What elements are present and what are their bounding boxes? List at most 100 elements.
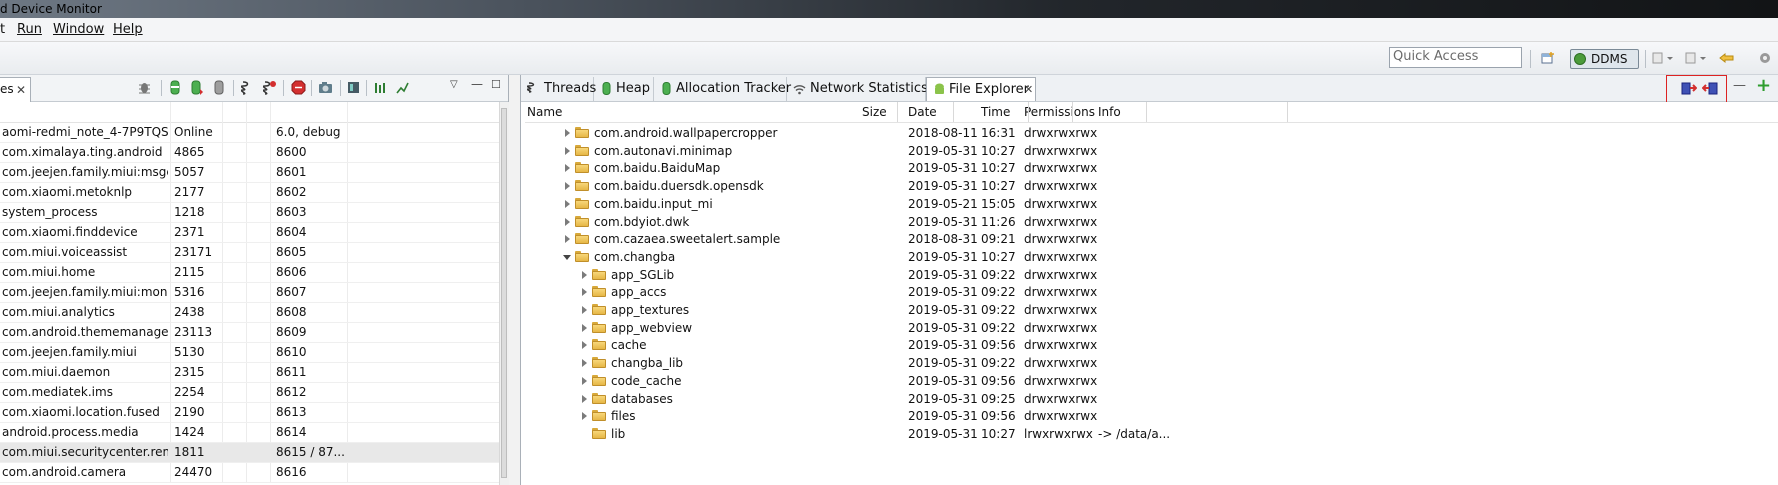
process-port: 8607 xyxy=(276,285,307,299)
previous-edit-icon[interactable] xyxy=(1652,51,1674,65)
open-perspective-icon[interactable] xyxy=(1541,51,1555,65)
process-row[interactable]: com.miui.daemon 2315 8611 xyxy=(0,363,500,383)
expand-chevron-right-icon[interactable] xyxy=(582,306,587,314)
process-row[interactable]: com.ximalaya.ting.android 4865 8600 xyxy=(0,143,500,163)
process-row[interactable]: com.xiaomi.metoknlp 2177 8602 xyxy=(0,183,500,203)
maximize-icon[interactable]: ☐ xyxy=(491,78,501,91)
view-menu-chevron-down-icon[interactable]: ▽ xyxy=(450,79,458,90)
start-method-profiling-icon[interactable] xyxy=(263,80,276,95)
process-row[interactable]: com.jeejen.family.miui:msgce 5057 8601 xyxy=(0,163,500,183)
column-header-date[interactable]: Date xyxy=(908,105,937,119)
collapse-chevron-down-icon[interactable] xyxy=(563,254,571,260)
tab-file-explorer[interactable]: File Explorer ✕ xyxy=(926,77,1036,101)
process-row[interactable]: system_process 1218 8603 xyxy=(0,203,500,223)
expand-chevron-right-icon[interactable] xyxy=(582,359,587,368)
push-file-icon[interactable] xyxy=(1702,80,1718,96)
process-row[interactable]: com.jeejen.family.miui:monit 5316 8607 xyxy=(0,283,500,303)
close-icon[interactable]: ✕ xyxy=(1024,83,1033,96)
tab-allocation-tracker[interactable]: Allocation Tracker xyxy=(654,77,791,101)
process-pid: 2190 xyxy=(174,405,205,419)
close-icon[interactable]: ✕ xyxy=(16,83,26,97)
column-header-name[interactable]: Name xyxy=(527,105,562,119)
menu-partial[interactable]: t xyxy=(0,22,5,37)
next-edit-icon[interactable] xyxy=(1685,51,1707,65)
expand-chevron-right-icon[interactable] xyxy=(582,323,587,332)
expand-chevron-right-icon[interactable] xyxy=(565,235,570,244)
expand-chevron-right-icon[interactable] xyxy=(565,146,570,155)
column-header-time[interactable]: Time xyxy=(981,105,1010,119)
process-row[interactable]: com.miui.securitycenter.remc 1811 8615 / 8… xyxy=(0,443,500,463)
expand-chevron-right-icon[interactable] xyxy=(582,376,587,385)
process-row[interactable]: com.mediatek.ims 2254 8612 xyxy=(0,383,500,403)
update-heap-icon[interactable] xyxy=(169,80,182,95)
file-time: 15:05 xyxy=(981,196,1016,211)
tab-network-statistics[interactable]: Network Statistics xyxy=(787,77,928,101)
scrollbar-thumb[interactable] xyxy=(501,108,507,478)
expand-chevron-right-icon[interactable] xyxy=(565,129,570,137)
quick-access-input[interactable]: Quick Access xyxy=(1389,47,1522,68)
file-date: 2019-05-31 xyxy=(908,249,978,264)
expand-chevron-right-icon[interactable] xyxy=(582,270,587,279)
dump-hprof-icon[interactable] xyxy=(191,80,204,95)
process-row[interactable]: com.miui.analytics 2438 8608 xyxy=(0,303,500,323)
process-port: 8612 xyxy=(276,385,307,399)
file-explorer-pane: Threads Heap Allocation Tracker Network … xyxy=(520,75,1778,485)
file-date: 2019-05-31 xyxy=(908,214,978,229)
ddms-perspective-button[interactable]: DDMS xyxy=(1570,49,1639,69)
file-time: 09:22 xyxy=(981,320,1016,335)
opengl-trace-icon[interactable] xyxy=(396,80,409,95)
tab-devices[interactable]: es ✕ xyxy=(0,77,31,102)
expand-chevron-right-icon[interactable] xyxy=(565,164,570,173)
expand-chevron-right-icon[interactable] xyxy=(565,182,570,191)
process-row[interactable]: android.process.media 1424 8614 xyxy=(0,423,500,443)
menu-window[interactable]: Window xyxy=(53,22,104,37)
stop-process-icon[interactable] xyxy=(291,80,306,95)
pull-file-icon[interactable] xyxy=(1681,80,1697,96)
file-date: 2019-05-31 xyxy=(908,373,978,388)
settings-icon[interactable] xyxy=(1758,51,1772,65)
process-row[interactable]: com.xiaomi.location.fused 2190 8613 xyxy=(0,403,500,423)
menu-run[interactable]: Run xyxy=(17,22,42,37)
expand-chevron-right-icon[interactable] xyxy=(582,288,587,297)
process-row[interactable]: com.miui.voiceassist 23171 8605 xyxy=(0,243,500,263)
devices-scrollbar[interactable] xyxy=(499,102,509,485)
expand-chevron-right-icon[interactable] xyxy=(582,394,587,403)
process-row[interactable]: com.jeejen.family.miui 5130 8610 xyxy=(0,343,500,363)
column-header-info[interactable]: Info xyxy=(1098,105,1121,119)
cause-gc-icon[interactable] xyxy=(213,80,226,95)
expand-chevron-right-icon[interactable] xyxy=(582,341,587,350)
file-row[interactable]: lib 2019-05-31 10:27 lrwxrwxrwx -> /data/a..… xyxy=(525,424,1778,444)
column-divider xyxy=(953,102,954,122)
expand-chevron-right-icon[interactable] xyxy=(582,412,587,421)
android-icon xyxy=(935,83,944,94)
minimize-icon[interactable]: — xyxy=(471,77,483,91)
process-row[interactable]: com.miui.home 2115 8606 xyxy=(0,263,500,283)
process-port: 8605 xyxy=(276,245,307,259)
column-header-size[interactable]: Size xyxy=(862,105,887,119)
folder-icon xyxy=(592,374,606,386)
column-header-permissions[interactable]: Permissions xyxy=(1024,105,1095,119)
expand-chevron-right-icon[interactable] xyxy=(565,199,570,208)
file-name: app_textures xyxy=(611,303,690,317)
heap-icon xyxy=(602,82,611,95)
process-pid: 1218 xyxy=(174,205,205,219)
dump-view-hierarchy-icon[interactable] xyxy=(347,80,360,95)
new-folder-icon[interactable]: + xyxy=(1756,75,1771,96)
debug-icon[interactable] xyxy=(138,80,151,95)
screen-capture-icon[interactable] xyxy=(318,80,333,95)
process-row[interactable]: com.xiaomi.finddevice 2371 8604 xyxy=(0,223,500,243)
folder-icon xyxy=(592,268,606,280)
device-row[interactable]: aomi-redmi_note_4-7P9TQS79 Online 6.0, deb… xyxy=(0,123,500,143)
menu-help[interactable]: Help xyxy=(113,22,143,37)
update-threads-icon[interactable] xyxy=(241,80,254,95)
tab-threads[interactable]: Threads xyxy=(521,77,596,101)
process-row[interactable]: com.android.camera 24470 8616 xyxy=(0,463,500,483)
process-row[interactable]: com.android.thememanager 23113 8609 xyxy=(0,323,500,343)
delete-icon[interactable]: — xyxy=(1733,78,1746,93)
file-date: 2018-08-31 xyxy=(908,232,978,247)
process-name: aomi-redmi_note_4-7P9TQS79 xyxy=(2,125,168,139)
systrace-icon[interactable] xyxy=(374,80,387,95)
expand-chevron-right-icon[interactable] xyxy=(565,217,570,226)
back-arrow-icon[interactable] xyxy=(1718,51,1736,65)
tab-heap[interactable]: Heap xyxy=(594,77,654,101)
